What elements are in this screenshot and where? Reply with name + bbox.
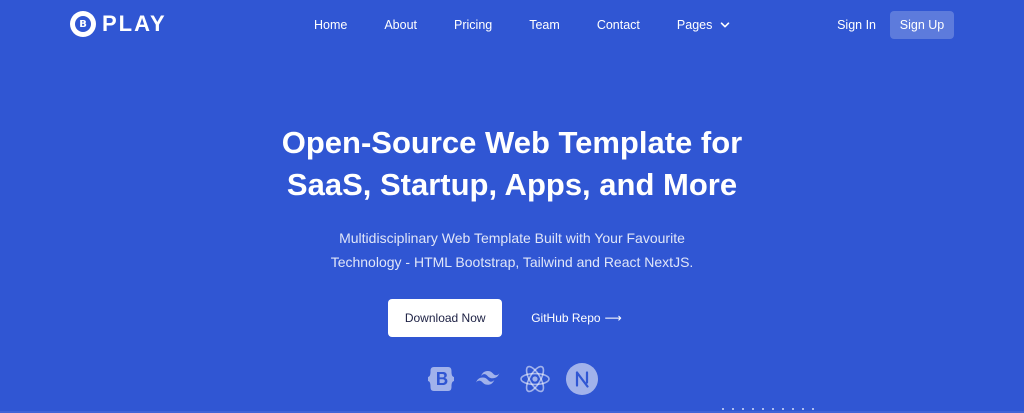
sign-in-link[interactable]: Sign In (837, 18, 876, 32)
nav-item-pricing[interactable]: Pricing (454, 18, 492, 32)
site-header: B PLAY Home About Pricing Team Contact P… (0, 0, 1024, 52)
arrow-right-icon: ⟶ (604, 311, 622, 325)
hero-title-line-1: Open-Source Web Template for (281, 125, 743, 160)
auth-actions: Sign In Sign Up (837, 11, 954, 39)
nav-item-home[interactable]: Home (314, 18, 347, 32)
decorative-dot (782, 408, 784, 410)
decorative-dot (812, 408, 814, 410)
github-repo-label: GitHub Repo (531, 311, 601, 325)
nav-item-pages-label: Pages (676, 18, 713, 32)
hero-subtitle-line-1: Multidisciplinary Web Template Built wit… (339, 230, 685, 246)
decorative-dot (742, 408, 744, 410)
logo-letter: B (75, 16, 91, 32)
nav-item-team[interactable]: Team (529, 18, 560, 32)
hero-subtitle: Multidisciplinary Web Template Built wit… (302, 226, 722, 274)
tailwind-icon[interactable] (471, 362, 505, 396)
hero-actions: Download Now GitHub Repo ⟶ (0, 299, 1024, 337)
download-now-button[interactable]: Download Now (388, 299, 503, 337)
hero-subtitle-line-2: Technology - HTML Bootstrap, Tailwind an… (330, 254, 694, 270)
nav-item-contact[interactable]: Contact (597, 18, 640, 32)
react-icon[interactable] (518, 362, 552, 396)
decorative-dot (732, 408, 734, 410)
decorative-dot (722, 408, 724, 410)
decorative-dots (722, 408, 822, 410)
sign-up-button[interactable]: Sign Up (890, 11, 954, 39)
nav-item-pages[interactable]: Pages (677, 18, 730, 32)
decorative-dot (802, 408, 804, 410)
hero-section: Open-Source Web Template for SaaS, Start… (0, 122, 1024, 274)
decorative-dot (752, 408, 754, 410)
nav-item-about[interactable]: About (384, 18, 417, 32)
logo[interactable]: B PLAY (70, 11, 167, 37)
github-repo-link[interactable]: GitHub Repo ⟶ (531, 311, 622, 325)
decorative-dot (762, 408, 764, 410)
logo-icon: B (70, 11, 96, 37)
hero-title: Open-Source Web Template for SaaS, Start… (0, 122, 1024, 206)
main-nav: Home About Pricing Team Contact Pages (314, 18, 730, 32)
bootstrap-icon[interactable] (424, 362, 458, 396)
logo-text: PLAY (102, 11, 167, 36)
decorative-dot (792, 408, 794, 410)
tech-icons (424, 362, 599, 396)
decorative-dot (772, 408, 774, 410)
nextjs-icon[interactable] (565, 362, 599, 396)
chevron-down-icon (721, 22, 730, 28)
hero-title-line-2: SaaS, Startup, Apps, and More (286, 167, 738, 202)
